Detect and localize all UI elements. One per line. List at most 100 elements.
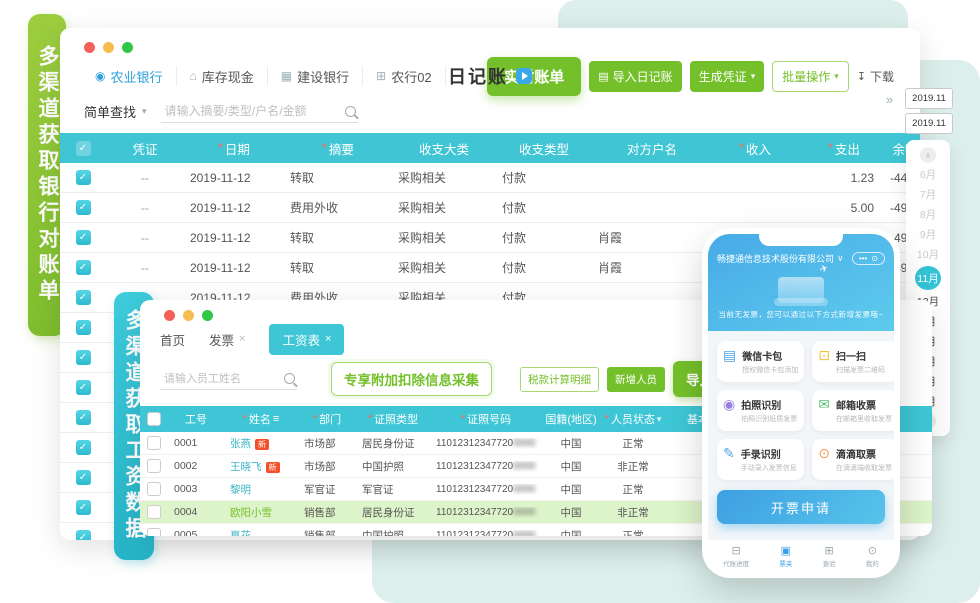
row-checkbox[interactable] [76,530,91,540]
invoice-action-card[interactable]: ▤ 微信卡包 授权微信卡包添加 [717,341,804,382]
select-all-checkbox[interactable] [76,141,91,156]
workspace-tab[interactable]: 工资表 × [269,324,344,355]
bank-account-tab[interactable]: ⌂ 库存现金 [177,66,268,86]
download-button[interactable]: ↧ 下载 [857,68,894,85]
search-icon[interactable] [345,106,356,117]
employee-search-input[interactable] [162,372,276,386]
row-checkbox[interactable] [76,170,91,185]
generate-voucher-button[interactable]: 生成凭证 ▾ [690,61,765,92]
import-journal-button[interactable]: ▤ 导入日记账 [589,61,681,92]
employee-name-link[interactable]: 张燕 [230,438,251,450]
special-deduction-button[interactable]: 专享附加扣除信息采集 [331,362,492,396]
video-help-icon[interactable] [516,68,532,84]
col-income[interactable]: *收入 [712,139,798,158]
search-mode-select[interactable]: 简单查找 ▾ [84,102,147,121]
month-item[interactable]: 10月 [915,246,941,263]
month-item[interactable]: 9月 [915,226,941,243]
add-employee-button[interactable]: 新增人员 [607,367,665,392]
card-subtitle: 手动录入发票信息 [741,463,797,473]
phone-tab[interactable]: ⊟ 代账进度 [723,545,749,568]
row-checkbox[interactable] [76,290,91,305]
col-employee-id[interactable]: 工号 [168,411,224,427]
row-checkbox[interactable] [76,440,91,455]
col-category[interactable]: 收支大类 [392,139,496,158]
row-checkbox[interactable] [147,436,161,450]
scroll-up-icon[interactable]: ∧ [920,147,936,163]
maximize-window-icon[interactable] [202,310,213,321]
close-window-icon[interactable] [164,310,175,321]
row-checkbox[interactable] [147,459,161,473]
col-summary[interactable]: *摘要 [284,139,392,158]
invoice-action-card[interactable]: ⊙ 滴滴取票 在滴滴端收取发票 [812,439,894,480]
workspace-tab[interactable]: 首页 [160,330,185,349]
col-name[interactable]: *姓名≡ [224,411,298,427]
tax-detail-button[interactable]: 税款计算明细 [520,367,599,392]
workspace-tab[interactable]: 发票 × [209,330,245,349]
sort-icon[interactable]: ≡ [273,413,279,425]
miniprogram-capsule[interactable]: ••• ⊙ [852,252,885,265]
bank-account-tab[interactable]: ◉ 农业银行 [82,66,177,86]
batch-operation-button[interactable]: 批量操作 ▾ [772,61,849,92]
close-circle-icon[interactable]: ⊙ [871,254,878,263]
row-checkbox[interactable] [76,230,91,245]
col-expense[interactable]: *支出 [798,139,890,158]
invoice-action-card[interactable]: ✉ 邮箱收票 在邮箱里收取发票 [812,390,894,431]
row-checkbox[interactable] [76,260,91,275]
col-cert-type[interactable]: *证照类型 [356,411,430,427]
col-counterparty[interactable]: 对方户名 [592,139,712,158]
month-item[interactable]: 8月 [915,206,941,223]
invoice-action-card[interactable]: ✎ 手录识别 手动录入发票信息 [717,439,804,480]
table-row[interactable]: -- 2019-11-12 转取 采购相关 付款 1.23 -44.13 [60,163,920,193]
download-icon: ↧ [857,70,866,83]
col-date[interactable]: *日期 [184,139,284,158]
close-tab-icon[interactable]: × [239,333,245,345]
col-cert-number[interactable]: *证照号码 [430,411,542,427]
row-checkbox[interactable] [76,200,91,215]
collapse-panel-icon[interactable]: » [886,92,893,107]
invoice-action-card[interactable]: ⊡ 扫一扫 扫描发票二维码 [812,341,894,382]
more-icon[interactable]: ••• [859,254,867,263]
close-tab-icon[interactable]: × [325,333,331,345]
phone-tab[interactable]: ▣ 票夹 [779,545,792,568]
chevron-down-icon[interactable]: ▾ [657,414,662,425]
row-checkbox[interactable] [147,528,161,536]
col-voucher[interactable]: 凭证 [106,139,184,158]
employee-name-link[interactable]: 黎明 [230,484,251,496]
minimize-window-icon[interactable] [103,42,114,53]
close-window-icon[interactable] [84,42,95,53]
maximize-window-icon[interactable] [122,42,133,53]
minimize-window-icon[interactable] [183,310,194,321]
row-checkbox[interactable] [147,482,161,496]
col-type[interactable]: 收支类型 [496,139,592,158]
month-item[interactable]: 7月 [915,186,941,203]
select-all-checkbox[interactable] [147,412,161,426]
employee-name-link[interactable]: 欧阳小雪 [230,507,272,519]
row-checkbox[interactable] [76,410,91,425]
period-from-input[interactable]: 2019.11 [905,88,953,109]
employee-name-link[interactable]: 王晓飞 [230,461,262,473]
employee-name-link[interactable]: 夏花 [230,530,251,537]
period-to-input[interactable]: 2019.11 [905,113,953,134]
invoice-apply-button[interactable]: 开票申请 [717,490,885,524]
month-item[interactable]: 6月 [915,166,941,183]
col-nationality[interactable]: 国籍(地区) [542,411,600,427]
cell-status: 正常 [600,482,666,497]
month-item[interactable]: 11月 [915,266,941,290]
cell-voucher: -- [106,261,184,275]
phone-tab[interactable]: ⊙ 我的 [866,545,879,568]
phone-tab[interactable]: ⊞ 查验 [823,545,836,568]
col-department[interactable]: *部门 [298,411,356,427]
row-checkbox[interactable] [76,470,91,485]
col-status[interactable]: *人员状态▾ [600,411,666,427]
bank-account-tab[interactable]: ▦ 建设银行 [268,66,363,86]
row-checkbox[interactable] [76,350,91,365]
bank-account-tab[interactable]: ⊞ 农行02 [363,66,446,86]
row-checkbox[interactable] [76,500,91,515]
table-row[interactable]: -- 2019-11-12 费用外收 采购相关 付款 5.00 -49.13 [60,193,920,223]
invoice-action-card[interactable]: ◉ 拍照识别 拍照识别纸质发票 [717,390,804,431]
row-checkbox[interactable] [147,505,161,519]
row-checkbox[interactable] [76,320,91,335]
journal-search-input[interactable] [163,103,337,119]
search-icon[interactable] [284,373,295,384]
row-checkbox[interactable] [76,380,91,395]
